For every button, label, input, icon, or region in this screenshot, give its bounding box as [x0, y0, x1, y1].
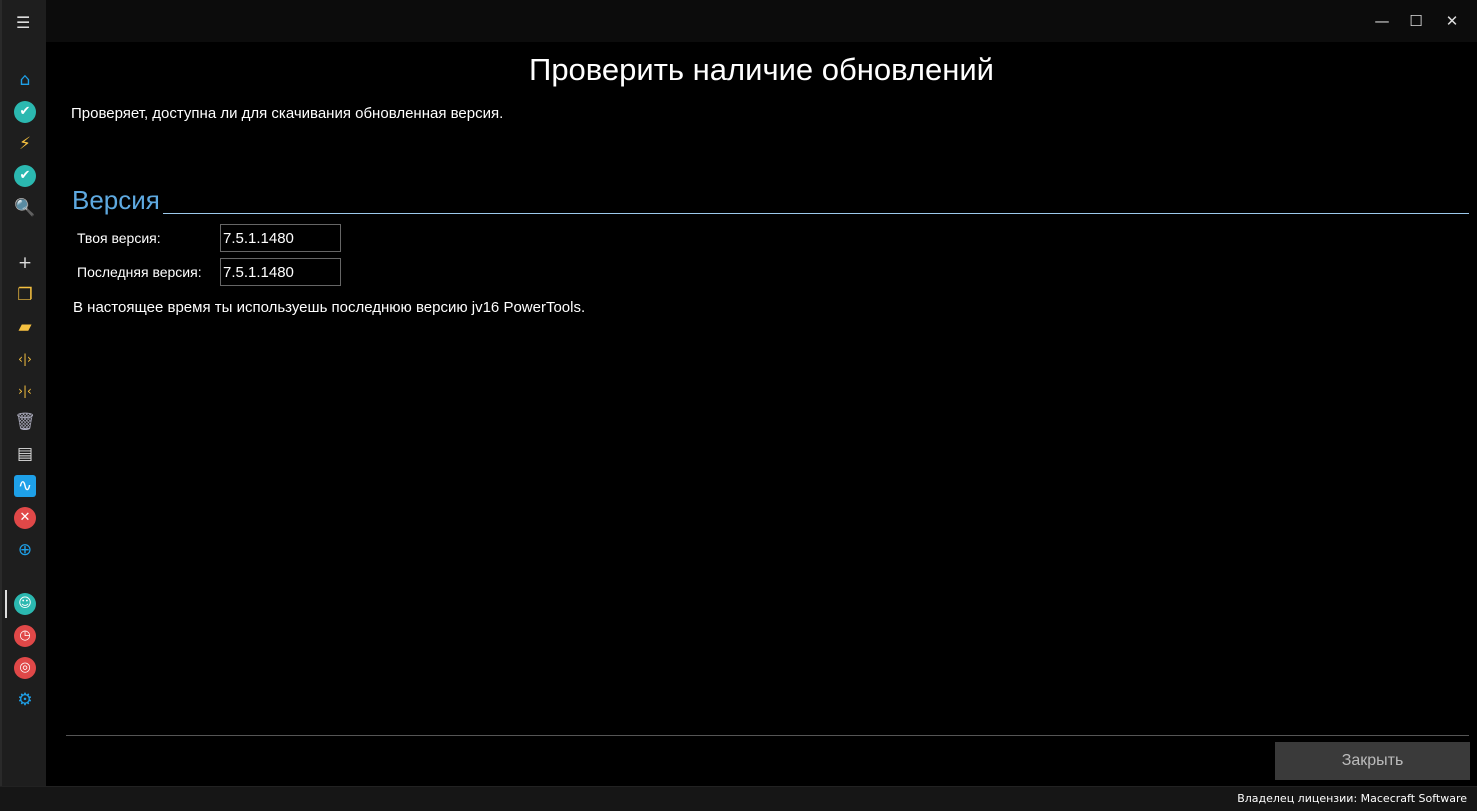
block-icon[interactable]: ✕ — [14, 507, 36, 529]
hamburger-menu-icon[interactable]: ☰ — [16, 13, 34, 32]
minimize-button[interactable]: — — [1367, 8, 1397, 34]
status-bar: Владелец лицензии: Macecraft Software — [0, 786, 1477, 811]
copy-icon[interactable]: ❐ — [14, 284, 36, 306]
clock-icon[interactable]: ◷ — [14, 625, 36, 647]
shredder-icon[interactable]: ▤ — [14, 443, 36, 465]
update-status-text: В настоящее время ты используешь последн… — [73, 299, 585, 316]
close-button[interactable]: Закрыть — [1275, 742, 1470, 780]
settings-icon[interactable]: ⚙ — [14, 689, 36, 711]
title-bar: — ☐ ✕ — [46, 0, 1477, 42]
trash-icon[interactable]: 🗑 — [14, 411, 36, 433]
split-icon[interactable]: ‹|› — [14, 348, 36, 370]
globe-icon[interactable]: ⊕ — [14, 539, 36, 561]
home-icon[interactable]: ⌂ — [14, 69, 36, 91]
folder-edit-icon[interactable]: ▰ — [14, 316, 36, 338]
lightning-icon[interactable]: ⚡ — [14, 133, 36, 155]
page-title: Проверить наличие обновлений — [46, 52, 1477, 88]
footer-divider — [66, 735, 1469, 736]
active-indicator — [5, 590, 7, 618]
maximize-button[interactable]: ☐ — [1401, 8, 1431, 34]
user-icon[interactable]: ☺ — [14, 593, 36, 615]
check-circle-icon[interactable]: ✔ — [14, 165, 36, 187]
section-heading-version: Версия — [72, 185, 160, 216]
latest-version-field[interactable] — [220, 258, 341, 286]
your-version-field[interactable] — [220, 224, 341, 252]
search-plus-icon[interactable]: + — [14, 252, 36, 274]
activity-icon[interactable]: ∿ — [14, 475, 36, 497]
latest-version-label: Последняя версия: — [77, 264, 202, 280]
section-divider — [163, 213, 1469, 214]
merge-icon[interactable]: ›|‹ — [14, 380, 36, 402]
license-owner: Владелец лицензии: Macecraft Software — [1237, 792, 1467, 805]
gear-check-icon[interactable]: ✔ — [14, 101, 36, 123]
sidebar: ☰ ⌂ ✔ ⚡ ✔ 🔍 + ❐ ▰ ‹|› ›|‹ 🗑 ▤ ∿ ✕ ⊕ ☺ ◷ ◎ ⚙ — [0, 0, 46, 786]
search-icon[interactable]: 🔍 — [14, 197, 36, 219]
your-version-label: Твоя версия: — [77, 230, 161, 246]
lifebuoy-icon[interactable]: ◎ — [14, 657, 36, 679]
close-window-button[interactable]: ✕ — [1437, 8, 1467, 34]
page-description: Проверяет, доступна ли для скачивания об… — [71, 105, 503, 122]
